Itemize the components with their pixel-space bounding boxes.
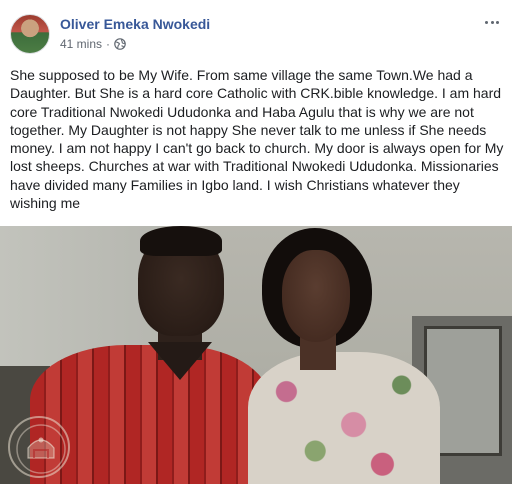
globe-icon[interactable] [114, 38, 126, 50]
post-body-text: She supposed to be My Wife. From same vi… [10, 67, 504, 212]
post-header: Oliver Emeka Nwokedi 41 mins · [0, 0, 512, 60]
photo-woman-face [282, 250, 350, 342]
photo-woman-dress [248, 352, 440, 484]
author-avatar[interactable] [10, 14, 50, 54]
facebook-post: Oliver Emeka Nwokedi 41 mins · She suppo… [0, 0, 512, 484]
photo-man-hair [140, 226, 222, 256]
post-timestamp[interactable]: 41 mins [60, 37, 102, 51]
author-name[interactable]: Oliver Emeka Nwokedi [60, 16, 210, 32]
post-meta: 41 mins · [60, 37, 126, 51]
seal-watermark-icon [8, 416, 70, 478]
meta-separator: · [106, 37, 111, 51]
more-options-icon[interactable] [482, 12, 502, 32]
